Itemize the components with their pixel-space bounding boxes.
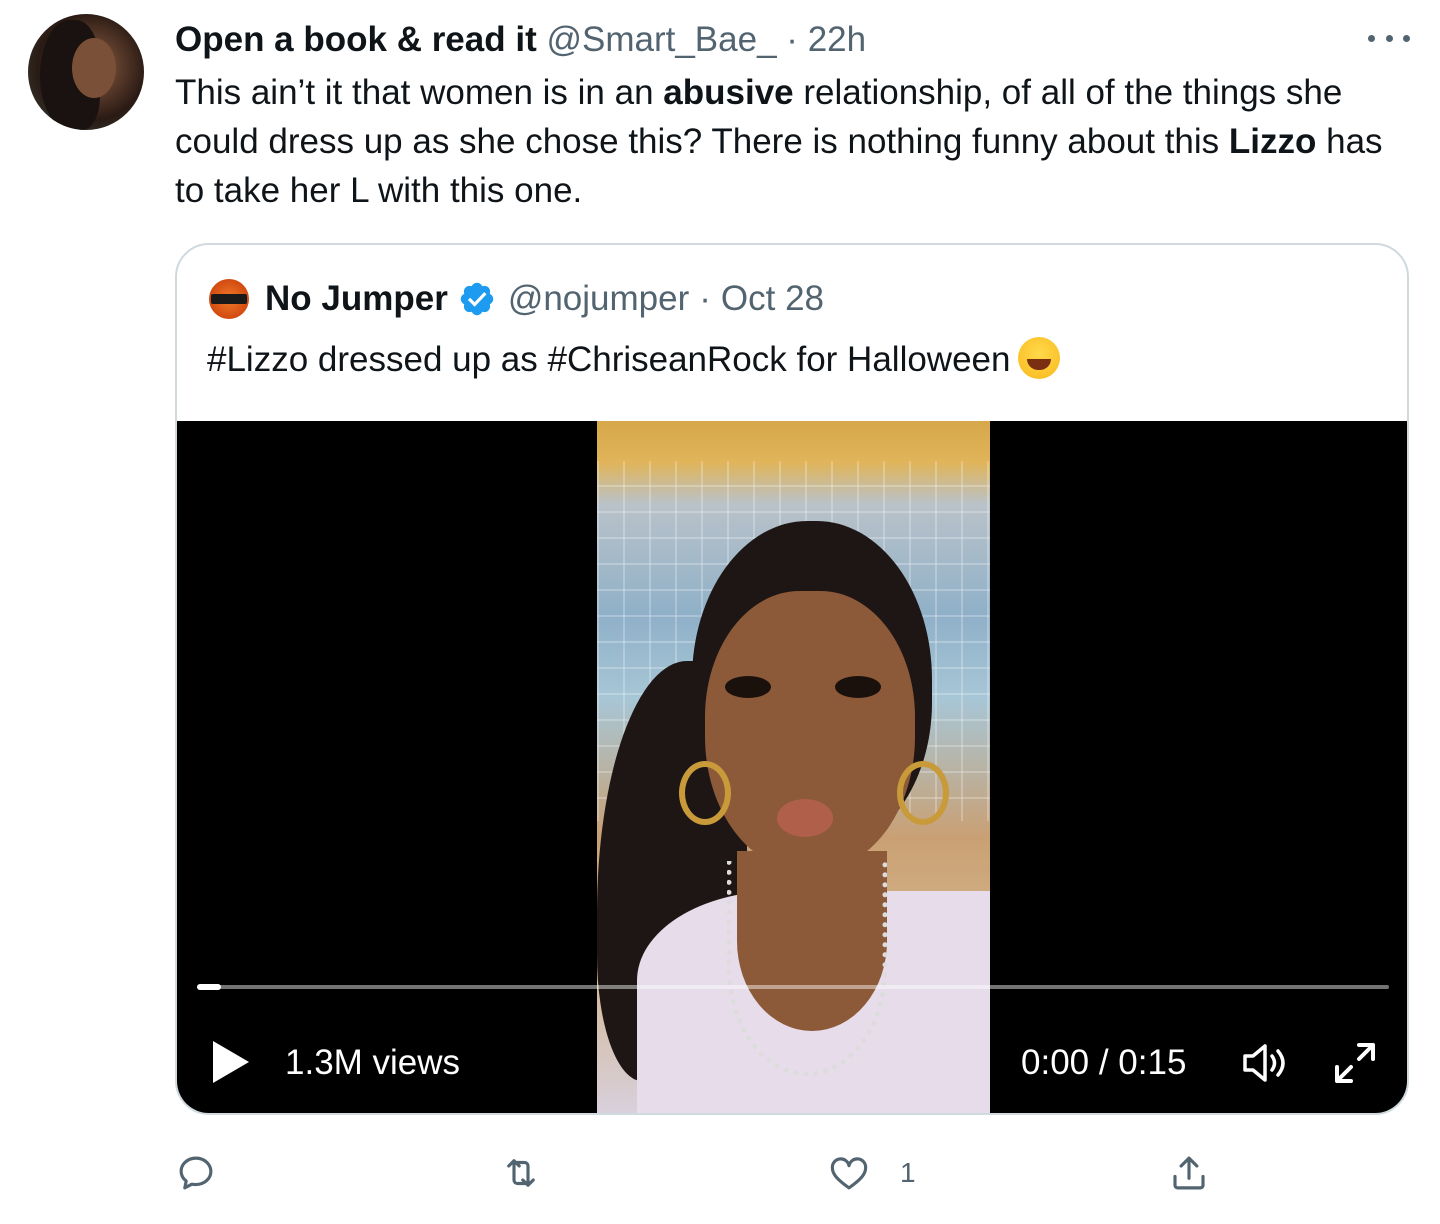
tweet-actions: 1	[175, 1148, 1415, 1198]
quoted-separator: ·	[699, 279, 711, 318]
tweet-text-segment: This ain’t it that women is in an	[175, 73, 664, 112]
quoted-tweet[interactable]: No Jumper @nojumper · Oct 28 #Lizzo dres…	[175, 243, 1409, 1115]
reply-button[interactable]	[175, 1148, 217, 1198]
tweet-header: Open a book & read it @Smart_Bae_ · 22h	[175, 18, 1410, 62]
like-button[interactable]: 1	[828, 1148, 916, 1198]
dot	[1385, 34, 1393, 42]
share-icon	[1173, 1156, 1205, 1190]
header-separator: ·	[786, 20, 798, 59]
author-handle[interactable]: @Smart_Bae_	[546, 20, 776, 59]
tweet-text: This ain’t it that women is in an abusiv…	[175, 68, 1415, 215]
volume-icon[interactable]	[1241, 1041, 1291, 1085]
frame-eye	[835, 676, 881, 698]
verified-badge-icon	[460, 282, 494, 316]
frame-mouth	[777, 799, 833, 837]
play-icon[interactable]	[213, 1041, 249, 1083]
tweet-time[interactable]: 22h	[808, 20, 866, 59]
author-avatar[interactable]	[28, 14, 144, 130]
more-options-icon[interactable]	[1368, 18, 1410, 58]
quoted-header: No Jumper @nojumper · Oct 28	[209, 277, 824, 321]
heart-icon	[830, 1157, 868, 1190]
tweet-text-bold: Lizzo	[1228, 122, 1317, 161]
quoted-text-content: #Lizzo dressed up as #ChriseanRock for H…	[207, 340, 1011, 379]
tears-of-joy-emoji-icon	[1018, 337, 1061, 379]
quoted-author-name[interactable]: No Jumper	[265, 277, 448, 321]
tweet-text-bold: abusive	[663, 73, 794, 112]
quoted-handle[interactable]: @nojumper	[508, 277, 689, 321]
video-time: 0:00 / 0:15	[1021, 1043, 1187, 1082]
reply-icon	[179, 1156, 213, 1190]
video-progress-fill	[197, 984, 221, 990]
fullscreen-icon[interactable]	[1331, 1039, 1379, 1087]
video-player[interactable]: 1.3M views 0:00 / 0:15	[177, 421, 1407, 1113]
no-jumper-logo-icon	[209, 279, 249, 319]
video-controls: 1.3M views 0:00 / 0:15	[177, 1011, 1407, 1113]
share-button[interactable]	[1168, 1148, 1210, 1198]
frame-earring	[679, 761, 731, 825]
quoted-text: #Lizzo dressed up as #ChriseanRock for H…	[207, 335, 1061, 385]
retweet-icon	[507, 1159, 535, 1187]
avatar-face	[72, 38, 116, 98]
frame-earring	[897, 761, 949, 825]
video-views: 1.3M views	[285, 1043, 461, 1082]
dot	[1368, 34, 1375, 42]
dot	[1403, 34, 1410, 42]
author-name[interactable]: Open a book & read it	[175, 20, 537, 59]
quoted-date[interactable]: Oct 28	[721, 277, 824, 321]
retweet-button[interactable]	[500, 1148, 542, 1198]
like-count: 1	[900, 1157, 916, 1188]
frame-eye	[725, 676, 771, 698]
video-progress-bar[interactable]	[197, 984, 1389, 990]
